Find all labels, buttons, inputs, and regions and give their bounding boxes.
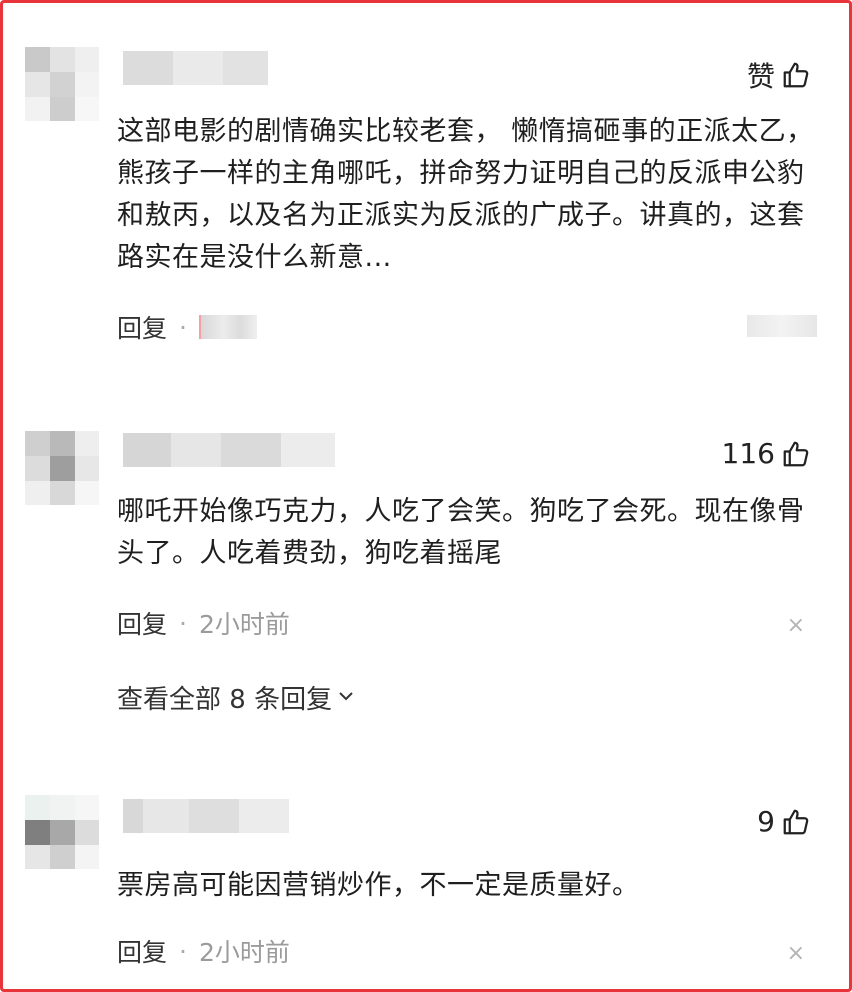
thumbs-up-icon [781, 439, 811, 469]
thumbs-up-icon [781, 60, 811, 90]
separator-dot: · [179, 936, 187, 966]
redacted-time [198, 315, 257, 339]
comment-meta: 回复 · 2小时前 [117, 933, 290, 969]
comment-meta: 回复 · [117, 309, 257, 345]
separator-dot: · [179, 608, 187, 638]
like-label: 赞 [746, 60, 775, 93]
separator-dot: · [179, 312, 187, 342]
close-icon[interactable]: × [787, 943, 805, 965]
like-button[interactable]: 赞 [747, 55, 811, 95]
view-all-label: 查看全部 8 条回复 [117, 685, 333, 715]
username[interactable] [123, 433, 335, 467]
like-button[interactable]: 116 [722, 437, 811, 470]
timestamp: 2小时前 [198, 938, 290, 967]
reply-button[interactable]: 回复 [117, 605, 167, 641]
like-count: 9 [757, 805, 775, 838]
like-button[interactable]: 9 [757, 805, 811, 838]
redacted-action [747, 315, 817, 337]
reply-button[interactable]: 回复 [117, 933, 167, 969]
avatar[interactable] [25, 795, 99, 869]
username[interactable] [123, 799, 289, 833]
comment-text: 哪吒开始像巧克力，人吃了会笑。狗吃了会死。现在像骨头了。人吃着费劲，狗吃着摇尾 [117, 496, 805, 569]
comment-text: 票房高可能因营销炒作，不一定是质量好。 [117, 870, 640, 901]
timestamp: 2小时前 [198, 610, 290, 639]
comment-meta: 回复 · 2小时前 [117, 605, 290, 641]
view-all-replies-button[interactable]: 查看全部 8 条回复 [117, 679, 356, 716]
username[interactable] [123, 51, 268, 85]
avatar[interactable] [25, 431, 99, 505]
avatar[interactable] [25, 47, 99, 121]
close-icon[interactable]: × [787, 615, 805, 637]
comment-text: 这部电影的剧情确实比较老套， 懒惰搞砸事的正派太乙，熊孩子一样的主角哪吒，拼命努… [117, 116, 814, 273]
like-count: 116 [721, 437, 775, 470]
chevron-down-icon [336, 683, 356, 713]
reply-button[interactable]: 回复 [117, 309, 167, 345]
comment-panel: 赞 这部电影的剧情确实比较老套， 懒惰搞砸事的正派太乙，熊孩子一样的主角哪吒，拼… [0, 0, 852, 992]
thumbs-up-icon [781, 807, 811, 837]
